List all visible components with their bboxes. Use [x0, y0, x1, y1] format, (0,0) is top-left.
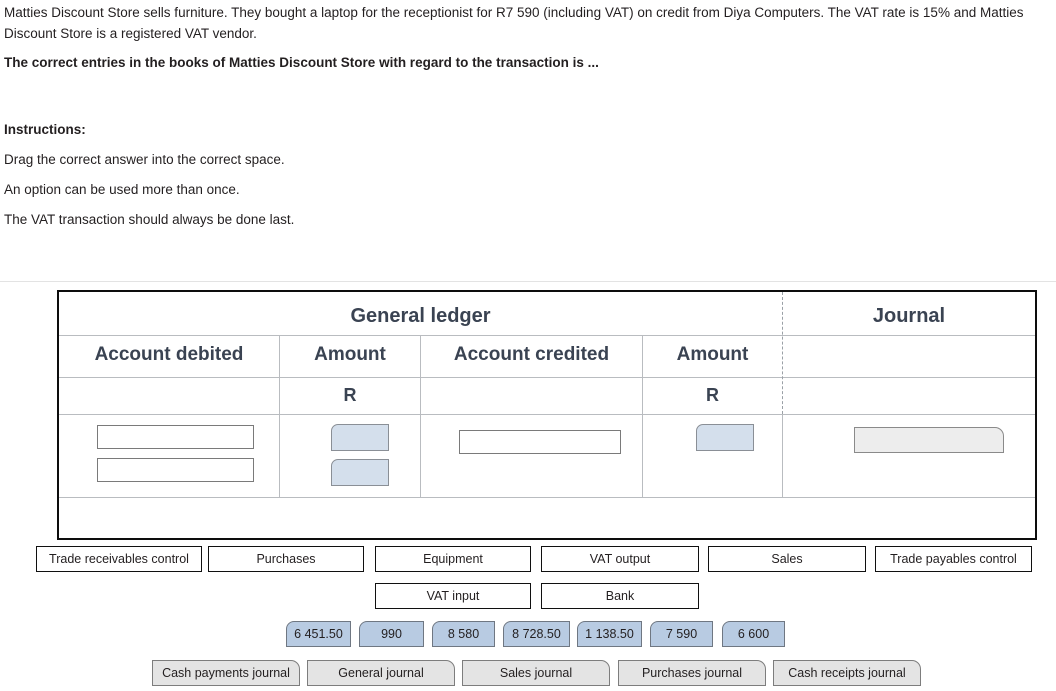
instructions-title: Instructions: — [4, 122, 86, 137]
option-amount-1138-50[interactable]: 1 138.50 — [577, 621, 642, 647]
dropzone-account-debited-2[interactable] — [97, 458, 254, 482]
column-header-amount-credit: Amount — [676, 344, 749, 365]
currency-symbol-credit: R — [706, 385, 719, 405]
option-amount-6451-50[interactable]: 6 451.50 — [286, 621, 351, 647]
group-header-general-ledger: General ledger — [350, 305, 491, 327]
option-journal-purchases[interactable]: Purchases journal — [618, 660, 766, 686]
option-amount-8580[interactable]: 8 580 — [432, 621, 495, 647]
answer-table: General ledger Journal Account debited A… — [57, 290, 1037, 540]
scenario-paragraph: Matties Discount Store sells furniture. … — [4, 5, 1024, 41]
dropzone-amount-credit-1[interactable] — [696, 424, 754, 451]
dropzone-amount-debit-2[interactable] — [331, 459, 389, 486]
option-account-trade-receivables-control[interactable]: Trade receivables control — [36, 546, 202, 572]
option-amount-7590[interactable]: 7 590 — [650, 621, 713, 647]
column-header-amount-debit: Amount — [314, 344, 386, 365]
option-account-vat-output[interactable]: VAT output — [541, 546, 699, 572]
table-vline-4 — [782, 414, 783, 497]
option-journal-cash-receipts[interactable]: Cash receipts journal — [773, 660, 921, 686]
instruction-line-1: Drag the correct answer into the correct… — [4, 152, 285, 167]
option-amount-990[interactable]: 990 — [359, 621, 424, 647]
instruction-line-3: The VAT transaction should always be don… — [4, 212, 295, 227]
question-prompt: The correct entries in the books of Matt… — [4, 55, 599, 70]
column-header-account-credited: Account credited — [453, 344, 610, 365]
option-journal-sales[interactable]: Sales journal — [462, 660, 610, 686]
option-account-purchases[interactable]: Purchases — [208, 546, 364, 572]
option-amount-8728-50[interactable]: 8 728.50 — [503, 621, 570, 647]
dropzone-amount-debit-1[interactable] — [331, 424, 389, 451]
column-header-account-debited: Account debited — [94, 344, 244, 365]
option-account-equipment[interactable]: Equipment — [375, 546, 531, 572]
table-hline-2 — [59, 377, 1035, 378]
section-divider — [0, 281, 1056, 282]
currency-symbol-debit: R — [343, 385, 357, 405]
option-journal-general[interactable]: General journal — [307, 660, 455, 686]
option-amount-6600[interactable]: 6 600 — [722, 621, 785, 647]
option-account-sales[interactable]: Sales — [708, 546, 866, 572]
dropzone-journal-1[interactable] — [854, 427, 1004, 453]
dropzone-account-credited-1[interactable] — [459, 430, 621, 454]
option-account-trade-payables-control[interactable]: Trade payables control — [875, 546, 1032, 572]
table-hline-1 — [59, 335, 1035, 336]
option-account-bank[interactable]: Bank — [541, 583, 699, 609]
table-hline-3 — [59, 414, 1035, 415]
table-hline-4 — [59, 497, 1035, 498]
dropzone-account-debited-1[interactable] — [97, 425, 254, 449]
option-journal-cash-payments[interactable]: Cash payments journal — [152, 660, 300, 686]
option-account-vat-input[interactable]: VAT input — [375, 583, 531, 609]
group-header-journal: Journal — [872, 305, 946, 327]
instruction-line-2: An option can be used more than once. — [4, 182, 240, 197]
